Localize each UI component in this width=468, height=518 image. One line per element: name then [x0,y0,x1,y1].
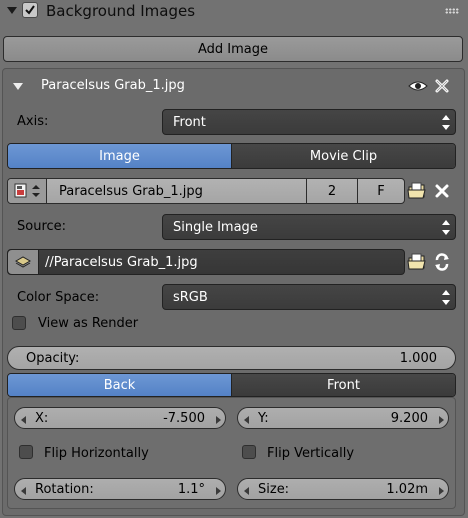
size-field[interactable]: Size: 1.02m [237,478,449,500]
increment-arrow-icon[interactable] [439,487,444,495]
offset-y-label: Y: [258,410,269,426]
image-icon [14,183,27,198]
background-images-checkbox[interactable] [22,2,38,18]
collapse-arrow-icon[interactable] [7,7,17,14]
offset-x-field[interactable]: X: -7.500 [14,407,226,429]
color-space-label: Color Space: [17,290,100,305]
size-value: 1.02m [386,481,428,497]
remove-entry-icon[interactable] [434,78,450,94]
image-browse-button[interactable] [8,179,47,203]
axis-label: Axis: [17,114,49,129]
opacity-value: 1.000 [399,350,437,366]
file-type-icon [8,250,39,274]
panel-title: Background Images [46,2,196,20]
rotation-field[interactable]: Rotation: 1.1° [14,478,226,500]
source-label: Source: [17,219,67,234]
flip-vertically-label: Flip Vertically [267,446,355,461]
increment-arrow-icon[interactable] [439,416,444,424]
browse-file-icon[interactable] [406,251,428,273]
tab-back[interactable]: Back [8,374,231,396]
reload-icon[interactable] [431,251,453,273]
image-datablock-name: Paracelsus Grab_1.jpg [59,183,203,199]
color-space-value: sRGB [173,289,208,305]
view-as-render-checkbox[interactable] [12,316,26,330]
size-label: Size: [258,481,290,497]
offset-y-value: 9.200 [390,410,428,426]
flip-horizontally-checkbox[interactable] [19,445,33,459]
checkmark-icon [25,5,35,15]
offset-x-value: -7.500 [163,410,205,426]
axis-value: Front [173,114,206,130]
browse-arrows-icon [32,185,40,197]
open-folder-icon[interactable] [406,180,428,202]
dropdown-arrows-icon [442,290,450,305]
dropdown-arrows-icon [442,220,450,235]
tab-front[interactable]: Front [231,374,455,396]
source-value: Single Image [173,219,258,235]
increment-arrow-icon[interactable] [216,487,221,495]
unlink-icon[interactable] [431,180,453,202]
source-dropdown[interactable]: Single Image [162,214,456,240]
opacity-slider[interactable]: Opacity: 1.000 [7,346,456,370]
entry-expand-arrow-icon[interactable] [13,83,23,90]
fake-user-toggle[interactable]: F [357,179,404,203]
source-type-tabs: Image Movie Clip [7,143,456,169]
decrement-arrow-icon[interactable] [244,487,249,495]
axis-dropdown[interactable]: Front [162,109,456,135]
image-datablock-field[interactable]: Paracelsus Grab_1.jpg 2 F [7,178,405,204]
tab-image[interactable]: Image [8,144,231,168]
rotation-label: Rotation: [35,481,94,497]
filepath-value: //Paracelsus Grab_1.jpg [45,254,198,270]
decrement-arrow-icon[interactable] [21,416,26,424]
user-count: 2 [306,179,357,203]
increment-arrow-icon[interactable] [216,416,221,424]
flip-vertically-checkbox[interactable] [242,445,256,459]
tab-movie-clip[interactable]: Movie Clip [231,144,455,168]
flip-horizontally-label: Flip Horizontally [44,446,149,461]
dropdown-arrows-icon [442,115,450,130]
depth-tabs: Back Front [7,373,456,397]
add-image-button[interactable]: Add Image [3,36,463,62]
decrement-arrow-icon[interactable] [21,487,26,495]
view-as-render-label: View as Render [38,316,139,331]
opacity-label: Opacity: [26,350,80,366]
eye-icon[interactable] [408,78,428,94]
offset-y-field[interactable]: Y: 9.200 [237,407,449,429]
entry-name: Paracelsus Grab_1.jpg [41,78,185,93]
rotation-value: 1.1° [177,481,205,497]
filepath-field[interactable]: //Paracelsus Grab_1.jpg [7,249,405,275]
offset-x-label: X: [35,410,49,426]
decrement-arrow-icon[interactable] [244,416,249,424]
color-space-dropdown[interactable]: sRGB [162,284,456,310]
drag-grip-icon[interactable] [445,8,459,14]
